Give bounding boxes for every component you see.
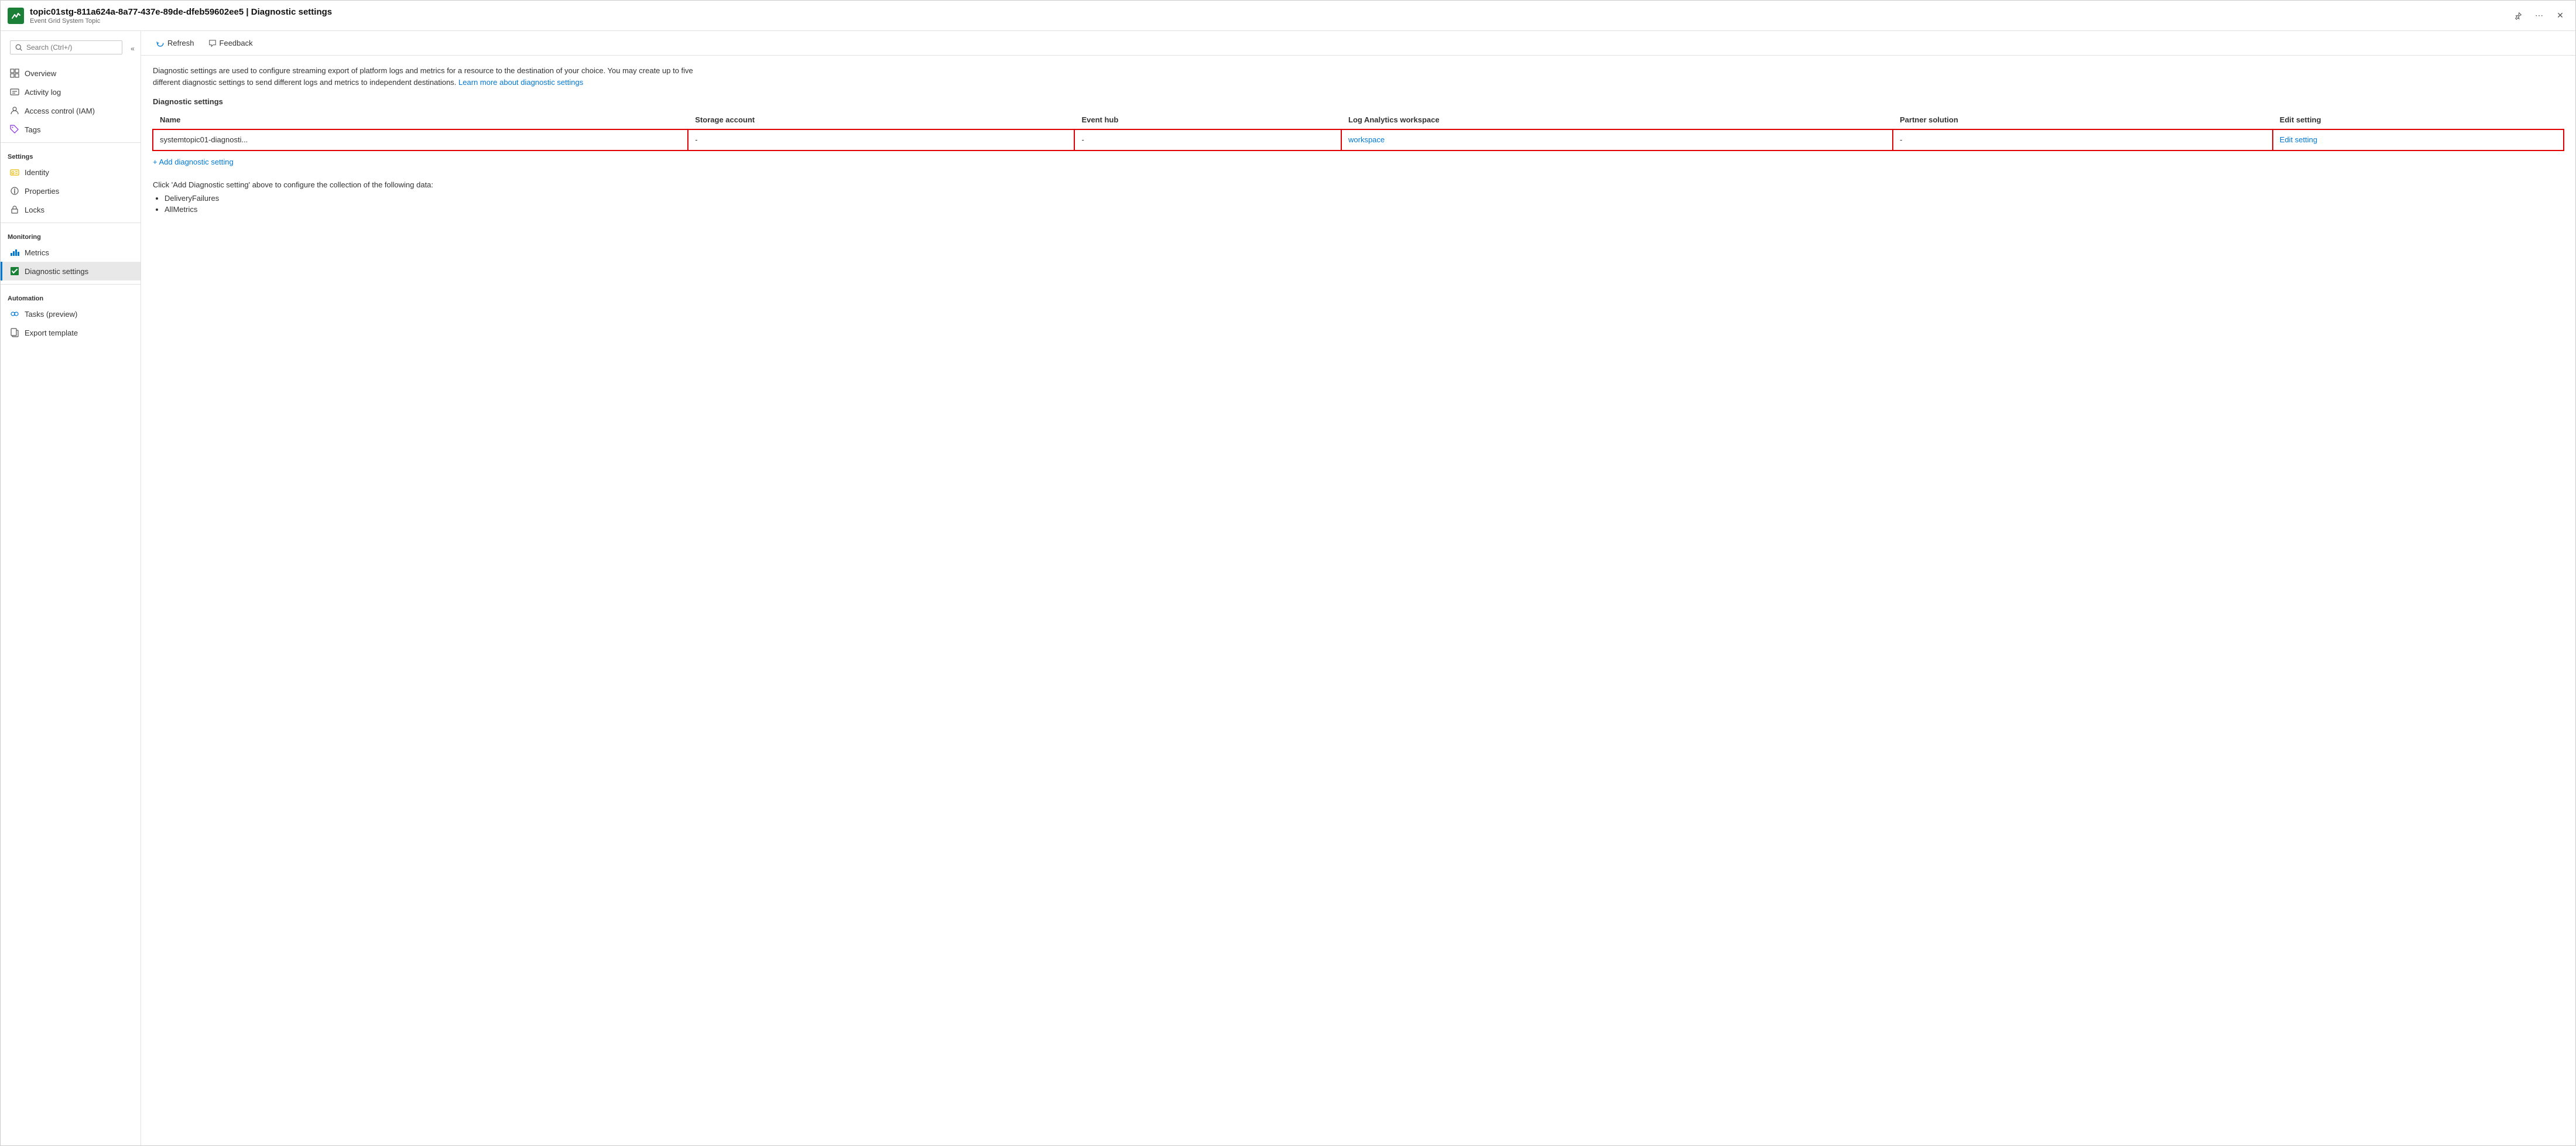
close-button[interactable]: ✕ xyxy=(2552,8,2568,24)
sidebar-item-label: Export template xyxy=(25,329,78,337)
sidebar-item-iam[interactable]: Access control (IAM) xyxy=(1,101,141,120)
bullet-item-delivery-failures: DeliveryFailures xyxy=(165,194,2564,203)
feedback-button[interactable]: Feedback xyxy=(203,36,259,50)
iam-icon xyxy=(9,105,20,116)
sidebar-item-label: Metrics xyxy=(25,248,49,257)
sidebar-item-identity[interactable]: Identity xyxy=(1,163,141,182)
identity-icon xyxy=(9,167,20,177)
add-diagnostic-setting-button[interactable]: + Add diagnostic setting xyxy=(153,153,234,171)
sidebar-item-diagnostic-settings[interactable]: Diagnostic settings xyxy=(1,262,141,280)
content-area: Diagnostic settings are used to configur… xyxy=(141,56,2575,1145)
cell-partner-solution: - xyxy=(1893,129,2273,150)
table-header: Name Storage account Event hub Log Analy… xyxy=(153,111,2564,129)
table-body: systemtopic01-diagnosti... - - workspace… xyxy=(153,129,2564,150)
feedback-label: Feedback xyxy=(220,39,253,47)
page-subtitle: Event Grid System Topic xyxy=(30,18,2510,25)
settings-section-label: Settings xyxy=(1,146,141,163)
sidebar-item-label: Tasks (preview) xyxy=(25,310,77,319)
sidebar-item-locks[interactable]: Locks xyxy=(1,200,141,219)
col-edit-setting: Edit setting xyxy=(2273,111,2564,129)
more-button[interactable]: ⋯ xyxy=(2531,8,2547,24)
sidebar-item-label: Identity xyxy=(25,168,49,177)
search-input[interactable] xyxy=(26,43,117,52)
metrics-icon xyxy=(9,247,20,258)
bullet-list: DeliveryFailures AllMetrics xyxy=(165,194,2564,214)
table-row: systemtopic01-diagnosti... - - workspace… xyxy=(153,129,2564,150)
monitoring-section-label: Monitoring xyxy=(1,227,141,243)
click-info-text: Click 'Add Diagnostic setting' above to … xyxy=(153,180,2564,189)
toolbar: Refresh Feedback xyxy=(141,31,2575,56)
sidebar-item-tasks[interactable]: Tasks (preview) xyxy=(1,305,141,323)
sidebar-search-container xyxy=(10,40,122,54)
sidebar-divider-3 xyxy=(1,284,141,285)
app-icon xyxy=(8,8,24,24)
col-partner-solution: Partner solution xyxy=(1893,111,2273,129)
tags-icon xyxy=(9,124,20,135)
activity-log-icon xyxy=(9,87,20,97)
body-layout: « Overview xyxy=(1,31,2575,1145)
sidebar-item-tags[interactable]: Tags xyxy=(1,120,141,139)
title-bar-actions: ⋯ ✕ xyxy=(2510,8,2568,24)
col-event-hub: Event hub xyxy=(1074,111,1341,129)
cell-event-hub: - xyxy=(1074,129,1341,150)
cell-log-analytics: workspace xyxy=(1341,129,1893,150)
sidebar-item-label: Access control (IAM) xyxy=(25,107,95,115)
cell-edit-setting: Edit setting xyxy=(2273,129,2564,150)
sidebar-item-activity-log[interactable]: Activity log xyxy=(1,83,141,101)
title-bar: topic01stg-811a624a-8a77-437e-89de-dfeb5… xyxy=(1,1,2575,31)
sidebar-item-properties[interactable]: Properties xyxy=(1,182,141,200)
diagnostic-settings-icon xyxy=(9,266,20,276)
azure-portal-window: topic01stg-811a624a-8a77-437e-89de-dfeb5… xyxy=(0,0,2576,1146)
sidebar-item-label: Overview xyxy=(25,69,56,78)
table-header-row: Name Storage account Event hub Log Analy… xyxy=(153,111,2564,129)
edit-setting-link[interactable]: Edit setting xyxy=(2280,135,2317,144)
tasks-icon xyxy=(9,309,20,319)
sidebar-item-label: Tags xyxy=(25,125,40,134)
refresh-icon xyxy=(156,39,165,47)
refresh-label: Refresh xyxy=(167,39,194,47)
export-template-icon xyxy=(9,327,20,338)
feedback-icon xyxy=(208,39,217,47)
sidebar: « Overview xyxy=(1,31,141,1145)
bullet-item-all-metrics: AllMetrics xyxy=(165,205,2564,214)
sidebar-collapse-button[interactable]: « xyxy=(129,42,136,56)
pin-button[interactable] xyxy=(2510,8,2526,24)
sidebar-divider-1 xyxy=(1,142,141,143)
properties-icon xyxy=(9,186,20,196)
col-name: Name xyxy=(153,111,688,129)
sidebar-item-overview[interactable]: Overview xyxy=(1,64,141,83)
cell-storage-account: - xyxy=(688,129,1074,150)
col-storage-account: Storage account xyxy=(688,111,1074,129)
locks-icon xyxy=(9,204,20,215)
col-log-analytics: Log Analytics workspace xyxy=(1341,111,1893,129)
sidebar-item-label: Properties xyxy=(25,187,59,196)
sidebar-item-export-template[interactable]: Export template xyxy=(1,323,141,342)
refresh-button[interactable]: Refresh xyxy=(150,36,200,50)
main-content: Refresh Feedback Diagnostic settings are… xyxy=(141,31,2575,1145)
sidebar-item-label: Diagnostic settings xyxy=(25,267,88,276)
cell-name: systemtopic01-diagnosti... xyxy=(153,129,688,150)
sidebar-item-label: Activity log xyxy=(25,88,61,97)
search-icon xyxy=(15,44,23,52)
diagnostic-settings-table: Name Storage account Event hub Log Analy… xyxy=(153,111,2564,150)
page-title: topic01stg-811a624a-8a77-437e-89de-dfeb5… xyxy=(30,7,2510,17)
sidebar-item-label: Locks xyxy=(25,206,44,214)
learn-more-link[interactable]: Learn more about diagnostic settings xyxy=(458,78,583,87)
title-text: topic01stg-811a624a-8a77-437e-89de-dfeb5… xyxy=(30,7,2510,25)
workspace-link[interactable]: workspace xyxy=(1348,135,1385,144)
overview-icon xyxy=(9,68,20,78)
diagnostic-settings-section-title: Diagnostic settings xyxy=(153,97,2564,106)
description-text: Diagnostic settings are used to configur… xyxy=(153,65,715,88)
automation-section-label: Automation xyxy=(1,288,141,305)
sidebar-item-metrics[interactable]: Metrics xyxy=(1,243,141,262)
